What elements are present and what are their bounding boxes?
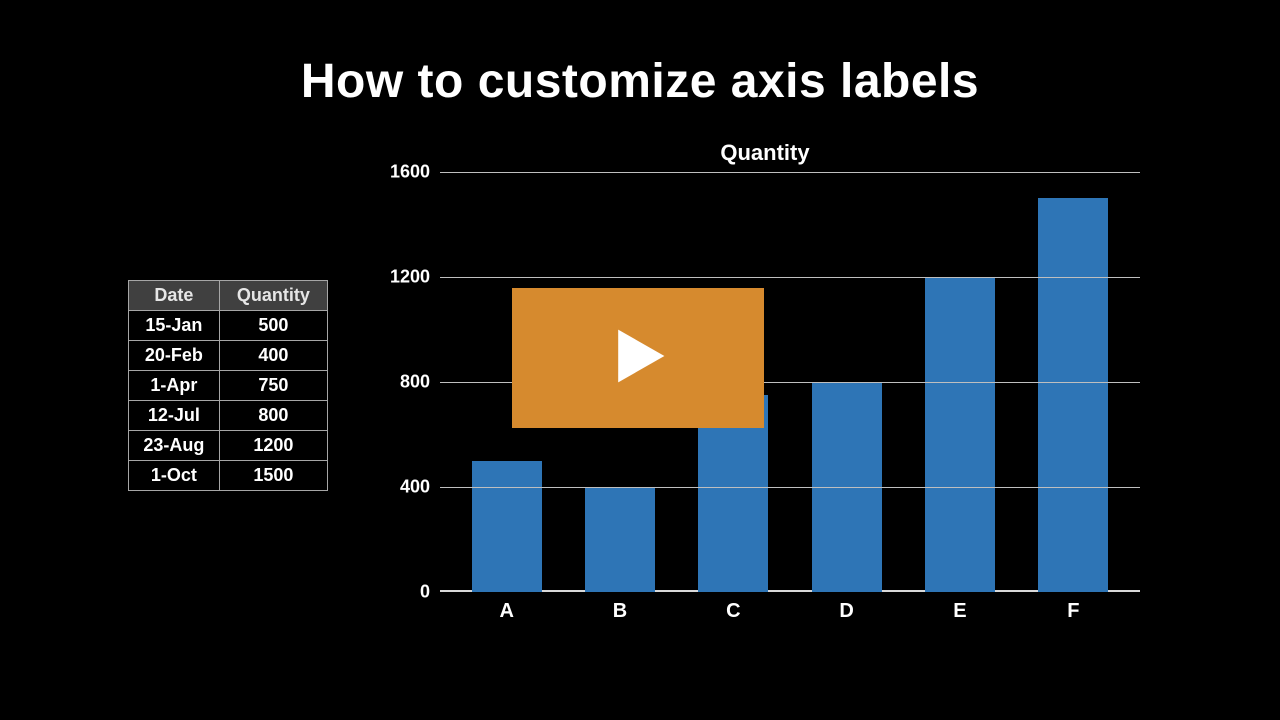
play-button[interactable]: [512, 288, 764, 428]
play-icon: [605, 323, 671, 394]
chart-title: Quantity: [380, 140, 1150, 166]
page-title: How to customize axis labels: [0, 54, 1280, 109]
cell-date: 12-Jul: [129, 401, 220, 431]
bar-chart: Quantity 0 400 800 1200 1600 ABCDEF: [380, 140, 1150, 640]
y-tick-label: 0: [380, 582, 430, 603]
y-tick-label: 400: [380, 477, 430, 498]
cell-quantity: 750: [219, 371, 327, 401]
cell-date: 23-Aug: [129, 431, 220, 461]
x-tick-label: E: [903, 600, 1016, 623]
table-header-row: Date Quantity: [129, 281, 328, 311]
cell-quantity: 1200: [219, 431, 327, 461]
bar: [925, 277, 995, 592]
y-tick-label: 800: [380, 372, 430, 393]
cell-quantity: 500: [219, 311, 327, 341]
cell-quantity: 400: [219, 341, 327, 371]
grid-line: [440, 277, 1140, 278]
table-row: 1-Oct 1500: [129, 461, 328, 491]
x-tick-label: D: [790, 600, 903, 623]
bar: [1038, 198, 1108, 592]
grid-line: [440, 172, 1140, 173]
table-row: 12-Jul 800: [129, 401, 328, 431]
x-tick-label: C: [677, 600, 790, 623]
y-tick-label: 1200: [380, 267, 430, 288]
cell-date: 15-Jan: [129, 311, 220, 341]
x-axis: ABCDEF: [440, 592, 1140, 623]
y-axis: 040080012001600: [380, 172, 440, 592]
bar: [472, 461, 542, 592]
x-tick-label: A: [450, 600, 563, 623]
grid-line: [440, 487, 1140, 488]
cell-date: 1-Apr: [129, 371, 220, 401]
y-tick-label: 1600: [380, 162, 430, 183]
bar: [585, 487, 655, 592]
x-tick-label: B: [563, 600, 676, 623]
cell-quantity: 800: [219, 401, 327, 431]
x-tick-label: F: [1017, 600, 1130, 623]
cell-quantity: 1500: [219, 461, 327, 491]
table-header-quantity: Quantity: [219, 281, 327, 311]
cell-date: 20-Feb: [129, 341, 220, 371]
table-row: 1-Apr 750: [129, 371, 328, 401]
table-row: 20-Feb 400: [129, 341, 328, 371]
cell-date: 1-Oct: [129, 461, 220, 491]
table-header-date: Date: [129, 281, 220, 311]
table-row: 15-Jan 500: [129, 311, 328, 341]
table-row: 23-Aug 1200: [129, 431, 328, 461]
data-table: Date Quantity 15-Jan 500 20-Feb 400 1-Ap…: [128, 280, 328, 491]
